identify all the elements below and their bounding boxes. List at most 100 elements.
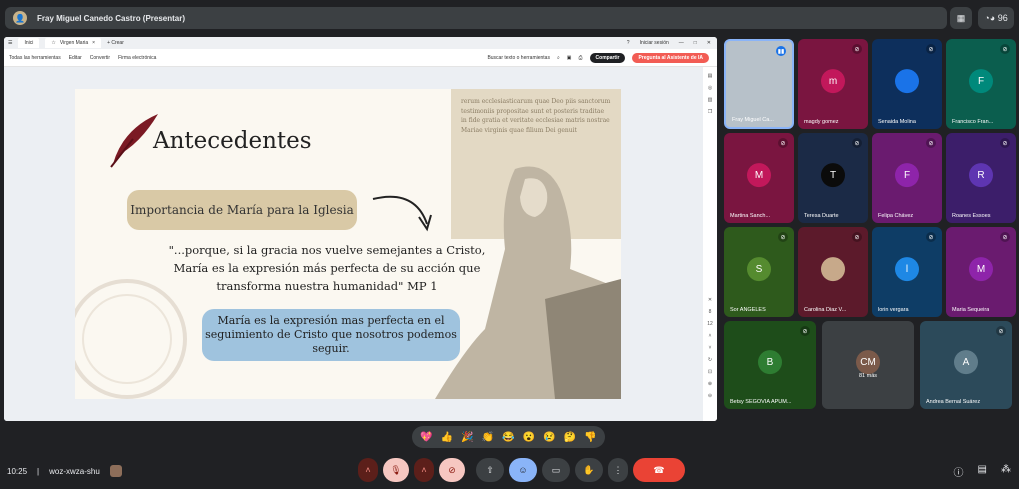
participant-name: Francisco Fran...: [952, 119, 994, 125]
captions-button[interactable]: ▭: [542, 458, 570, 482]
activities-icon[interactable]: ⁂: [1001, 464, 1011, 479]
refresh-icon[interactable]: ↻: [708, 357, 712, 363]
tab-doc[interactable]: ☆ Virgen Maria ×: [45, 38, 102, 48]
window-close-icon[interactable]: ✕: [707, 40, 711, 46]
reaction-emoji[interactable]: 🤔: [564, 432, 576, 443]
participant-tile[interactable]: T Teresa Duarte ⊘: [798, 133, 868, 223]
login-link[interactable]: Iniciar sesión: [640, 40, 669, 46]
toolbar-item-convert[interactable]: Convertir: [90, 55, 110, 61]
hang-up-icon: ☎: [653, 464, 665, 475]
raise-hand-button[interactable]: ✋: [575, 458, 603, 482]
participant-tile[interactable]: B Betsy SEGOVIA APUM... ⊘: [724, 321, 816, 409]
captions-icon: ▭: [551, 464, 561, 475]
participant-tile[interactable]: S Sor ANGELES ⊘: [724, 227, 794, 317]
expression-box: María es la expresión mas perfecta en el…: [202, 309, 460, 361]
minimize-icon[interactable]: —: [679, 40, 684, 46]
mic-toggle-button[interactable]: 🎙: [383, 458, 409, 482]
doc-toolbar: Todas las herramientas Editar Convertir …: [4, 49, 717, 67]
participant-tile[interactable]: R Roanes Essoes ⊘: [946, 133, 1016, 223]
clock: 10:25: [7, 466, 28, 476]
close-icon[interactable]: ×: [92, 40, 95, 46]
participant-tile[interactable]: CM 81 más: [822, 321, 914, 409]
participant-tile[interactable]: F Francisco Fran... ⊘: [946, 39, 1016, 129]
share-button[interactable]: Compartir: [589, 52, 626, 63]
mic-muted-icon: ⊘: [926, 44, 936, 54]
participant-tile[interactable]: l lorin vergara ⊘: [872, 227, 942, 317]
bookmark-icon[interactable]: ◎: [708, 85, 712, 91]
participant-tile[interactable]: Carolina Diaz V... ⊘: [798, 227, 868, 317]
meeting-code: woz-xwza-shu: [49, 466, 100, 476]
ai-assistant-button[interactable]: Pregunta al Asistente de IA: [632, 52, 709, 63]
mic-muted-icon: ⊘: [800, 326, 810, 336]
expand-icon[interactable]: ✕: [708, 297, 712, 303]
mic-options-button[interactable]: ˄: [358, 458, 378, 482]
tab-new[interactable]: + Crear: [107, 40, 124, 46]
page-up-icon[interactable]: ˄: [709, 333, 712, 339]
reaction-emoji[interactable]: 💖: [420, 432, 432, 443]
search-field[interactable]: Buscar texto o herramientas: [487, 55, 550, 61]
no-video-icon: ▦: [956, 12, 966, 23]
reaction-emoji[interactable]: 👏: [482, 432, 494, 443]
toolbar-item-edit[interactable]: Editar: [69, 55, 82, 61]
page-down-icon[interactable]: ˅: [709, 345, 712, 351]
leave-call-button[interactable]: ☎: [633, 458, 685, 482]
tab-home[interactable]: Inici: [18, 38, 40, 48]
mic-muted-icon: ⊘: [926, 138, 936, 148]
star-icon: ☆: [51, 40, 56, 46]
hide-self-view-button[interactable]: ▦: [950, 7, 972, 29]
more-vert-icon: ⋮: [613, 464, 623, 475]
present-button[interactable]: ⇧: [476, 458, 504, 482]
menu-icon[interactable]: ☰: [8, 40, 12, 46]
participant-tile[interactable]: M Martina Sanch... ⊘: [724, 133, 794, 223]
participant-name: Felipa Chávez: [878, 213, 914, 219]
participant-tile[interactable]: m magdy gomez ⊘: [798, 39, 868, 129]
participant-name: 81 más: [858, 373, 878, 379]
help-icon[interactable]: ?: [627, 40, 630, 46]
tab-home-label: Inici: [24, 40, 34, 46]
print-icon[interactable]: ⎙: [579, 55, 583, 61]
participant-tile[interactable]: Senaida Molina ⊘: [872, 39, 942, 129]
reactions-button[interactable]: ☺: [509, 458, 537, 482]
participant-name: Teresa Duarte: [804, 213, 839, 219]
participant-tile[interactable]: A Andrea Bernal Suárez ⊘: [920, 321, 1012, 409]
toolbar-item-all-tools[interactable]: Todas las herramientas: [9, 55, 61, 61]
participant-name: Roanes Essoes: [952, 213, 991, 219]
people-count-button[interactable]: ◔◕ 96: [978, 7, 1014, 29]
search-icon[interactable]: ⌕: [557, 55, 560, 61]
participant-tile[interactable]: Fray Miguel Ca... ▮▮: [724, 39, 794, 129]
mic-muted-icon: ⊘: [852, 44, 862, 54]
more-options-button[interactable]: ⋮: [608, 458, 628, 482]
chat-icon[interactable]: ▤: [978, 464, 987, 479]
participant-name: Betsy SEGOVIA APUM...: [730, 399, 792, 405]
mic-muted-icon: ⊘: [1000, 232, 1010, 242]
reaction-emoji[interactable]: 😂: [502, 432, 514, 443]
zoom-in-icon[interactable]: ⊕: [708, 381, 712, 387]
reaction-emoji[interactable]: 😮: [523, 432, 535, 443]
camera-toggle-button[interactable]: ⊘: [439, 458, 465, 482]
copy-icon[interactable]: ❐: [708, 109, 712, 115]
fit-icon[interactable]: ⊡: [708, 369, 712, 375]
participant-tile[interactable]: M Maria Sequeira ⊘: [946, 227, 1016, 317]
mic-muted-icon: ⊘: [852, 138, 862, 148]
maximize-icon[interactable]: □: [694, 40, 697, 46]
reaction-emoji[interactable]: 👎: [584, 432, 596, 443]
browser-tabs: ☰ Inici ☆ Virgen Maria × + Crear ? Iniciar…: [4, 37, 717, 49]
participant-name: Andrea Bernal Suárez: [926, 399, 981, 405]
reaction-emoji[interactable]: 👍: [441, 432, 453, 443]
mic-muted-icon: ⊘: [778, 232, 788, 242]
layers-icon[interactable]: ▥: [708, 97, 713, 103]
info-icon[interactable]: ⓘ: [954, 464, 964, 479]
chevron-up-icon: ˄: [421, 465, 427, 475]
mic-muted-icon: ⊘: [926, 232, 936, 242]
zoom-out-icon[interactable]: ⊖: [708, 393, 712, 399]
reaction-emoji[interactable]: 🎉: [461, 432, 473, 443]
shared-screen: ☰ Inici ☆ Virgen Maria × + Crear ? Iniciar…: [4, 37, 717, 421]
save-icon[interactable]: ▣: [567, 55, 572, 61]
participant-avatar: F: [969, 69, 993, 94]
camera-options-button[interactable]: ˄: [414, 458, 434, 482]
presenter-bar: 👤 Fray Miguel Canedo Castro (Presentar): [5, 7, 947, 29]
participant-tile[interactable]: F Felipa Chávez ⊘: [872, 133, 942, 223]
comment-icon[interactable]: ▤: [708, 73, 713, 79]
reaction-emoji[interactable]: 😢: [543, 432, 555, 443]
toolbar-item-sign[interactable]: Firma electrónica: [118, 55, 156, 61]
